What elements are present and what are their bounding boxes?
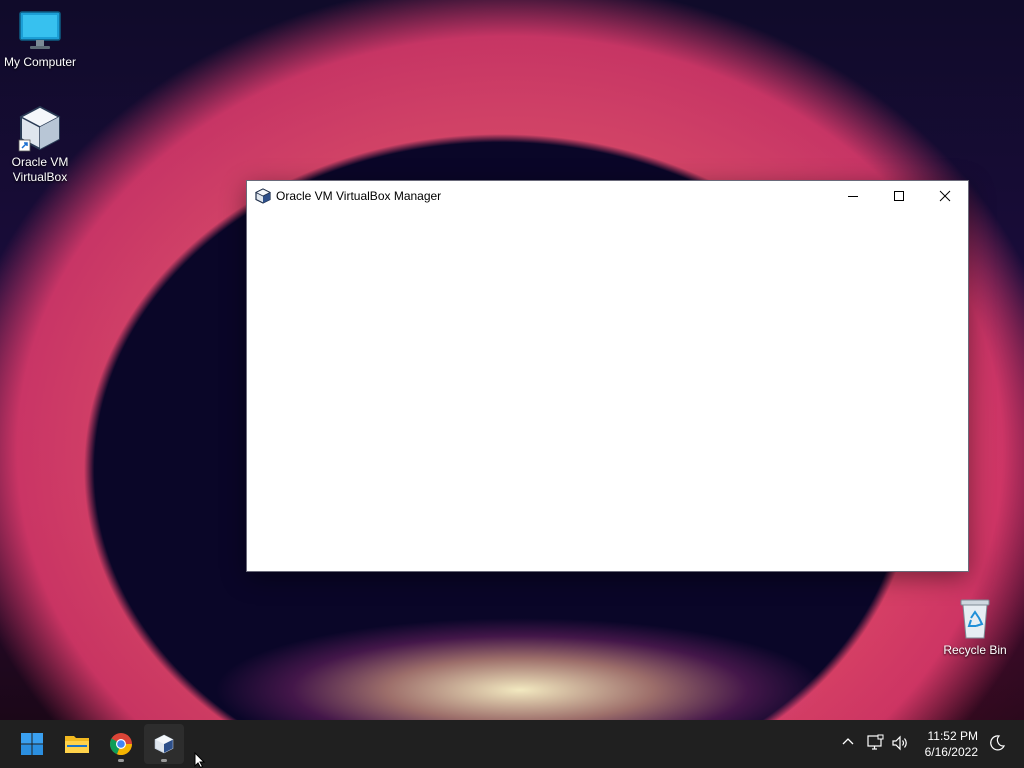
maximize-button[interactable] bbox=[876, 181, 922, 211]
network-icon[interactable] bbox=[866, 734, 884, 752]
close-button[interactable] bbox=[922, 181, 968, 211]
close-icon bbox=[939, 190, 951, 202]
clock-date: 6/16/2022 bbox=[924, 745, 978, 759]
window-content-area bbox=[247, 211, 968, 571]
desktop-icon-label: My Computer bbox=[3, 55, 77, 69]
windows-start-icon bbox=[21, 733, 43, 755]
minimize-button[interactable] bbox=[830, 181, 876, 211]
desktop-background: My Computer Oracle VM VirtualBox Recycle… bbox=[0, 0, 1024, 720]
taskbar-chrome[interactable] bbox=[101, 724, 141, 764]
virtualbox-manager-window[interactable]: Oracle VM VirtualBox Manager bbox=[247, 181, 968, 571]
running-indicator bbox=[161, 759, 167, 762]
chevron-up-icon[interactable] bbox=[840, 734, 856, 750]
chrome-icon bbox=[109, 733, 133, 756]
minimize-icon bbox=[848, 196, 858, 197]
desktop-icon-virtualbox[interactable]: Oracle VM VirtualBox bbox=[0, 104, 80, 185]
clock-time: 11:52 PM bbox=[927, 729, 978, 743]
taskbar-file-explorer[interactable] bbox=[57, 724, 97, 764]
start-button[interactable] bbox=[12, 724, 52, 764]
desktop-icon-my-computer[interactable]: My Computer bbox=[0, 10, 80, 70]
desktop-icon-label-line1: Oracle VM bbox=[11, 155, 69, 169]
volume-icon[interactable] bbox=[891, 734, 909, 752]
running-indicator bbox=[118, 759, 124, 762]
desktop-icon-recycle-bin[interactable]: Recycle Bin bbox=[935, 596, 1015, 658]
taskbar: 11:52 PM 6/16/2022 bbox=[0, 720, 1024, 768]
moon-icon[interactable] bbox=[988, 734, 1006, 752]
monitor-icon bbox=[19, 11, 61, 49]
virtualbox-icon bbox=[154, 734, 174, 754]
window-title: Oracle VM VirtualBox Manager bbox=[276, 189, 442, 203]
mouse-cursor-icon bbox=[194, 752, 206, 768]
virtualbox-icon bbox=[255, 188, 271, 204]
window-titlebar[interactable]: Oracle VM VirtualBox Manager bbox=[247, 181, 968, 211]
desktop-icon-label: Recycle Bin bbox=[943, 643, 1007, 657]
folder-icon bbox=[65, 736, 89, 753]
virtualbox-icon bbox=[18, 105, 61, 152]
taskbar-clock[interactable]: 11:52 PM 6/16/2022 bbox=[925, 728, 978, 760]
desktop-icon-label-line2: VirtualBox bbox=[12, 170, 68, 184]
taskbar-virtualbox[interactable] bbox=[144, 724, 184, 764]
recycle-bin-icon bbox=[960, 599, 990, 639]
maximize-icon bbox=[894, 191, 904, 201]
